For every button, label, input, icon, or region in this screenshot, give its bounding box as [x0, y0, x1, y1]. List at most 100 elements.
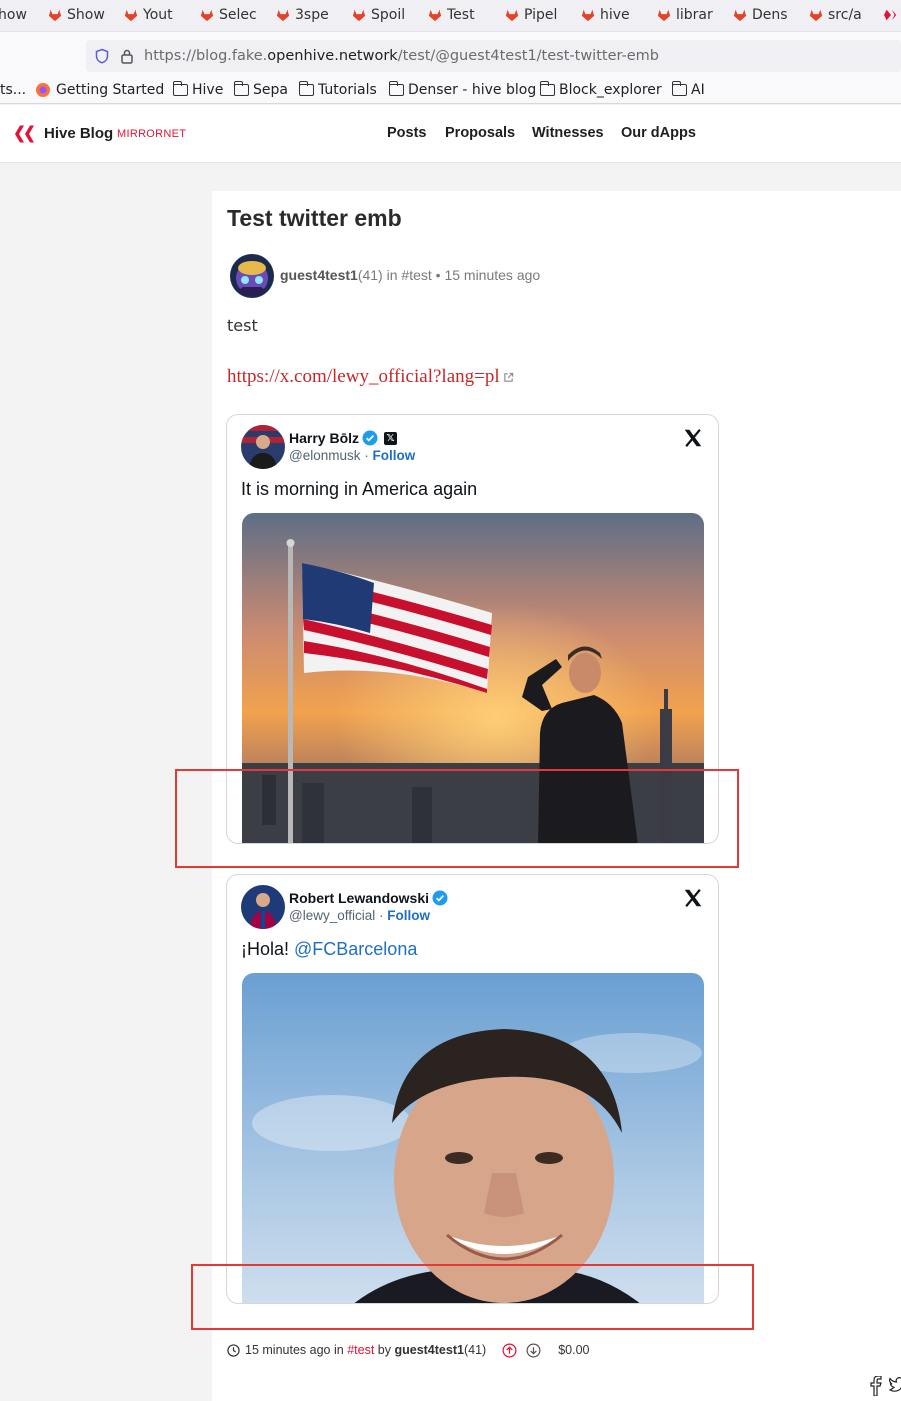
site-brand-sub: MIRRORNET	[117, 128, 187, 140]
browser-tab[interactable]: Test	[428, 0, 486, 30]
browser-tab[interactable]: how	[0, 0, 30, 30]
browser-tab[interactable]: Selec	[200, 0, 258, 30]
tweet-photo[interactable]	[242, 973, 704, 1303]
tweet-author-name[interactable]: Robert Lewandowski	[289, 890, 429, 906]
verified-badge-icon	[362, 430, 378, 446]
tweet-author-name[interactable]: Harry Bōlz	[289, 430, 359, 446]
address-bar[interactable]: https://blog.fake.openhive.network/test/…	[86, 40, 901, 72]
bookmark-folder-sepa[interactable]: Sepa	[233, 80, 288, 100]
tweet-author-name-row: Harry Bōlz 𝕏	[289, 430, 398, 446]
bookmark-folder-denser[interactable]: Denser - hive blog	[388, 80, 537, 100]
follow-button[interactable]: Follow	[372, 448, 415, 463]
browser-tab-strip: how Show Yout Selec 3spe Spoil Test Pipe…	[0, 0, 901, 32]
browser-tab[interactable]: Pipel	[505, 0, 563, 30]
tweet-handle[interactable]: @lewy_official	[289, 908, 375, 923]
post-time: • 15 minutes ago	[435, 267, 541, 283]
tweet-text: It is morning in America again	[241, 479, 478, 499]
footer-category-link[interactable]: #test	[347, 1343, 374, 1357]
facebook-icon[interactable]	[868, 1376, 884, 1396]
author-reputation: (41)	[357, 267, 383, 283]
tweet-author-avatar[interactable]	[241, 425, 285, 469]
external-link-icon	[503, 372, 513, 382]
browser-tab[interactable]	[884, 0, 901, 30]
bookmark-folder-ai[interactable]: AI	[671, 80, 705, 100]
browser-tab[interactable]: librar	[657, 0, 715, 30]
tweet-handle-row: @elonmusk · Follow	[289, 448, 416, 463]
bookmark-label: AI	[691, 82, 705, 98]
browser-tab[interactable]: hive	[581, 0, 639, 30]
tweet-mention-link[interactable]: @FCBarcelona	[294, 939, 417, 959]
folder-icon	[671, 81, 687, 96]
link-text: https://x.com/lewy_official?lang=pl	[227, 366, 500, 387]
nav-witnesses[interactable]: Witnesses	[532, 125, 604, 141]
x-logo-icon[interactable]	[682, 887, 704, 909]
gitlab-icon	[124, 9, 138, 22]
tweet-handle[interactable]: @elonmusk	[289, 448, 360, 463]
tweet-author-avatar[interactable]	[241, 885, 285, 929]
bookmark-folder-block-explorer[interactable]: Block_explorer	[539, 80, 662, 100]
bookmark-label: Denser - hive blog	[408, 82, 537, 98]
browser-tab[interactable]: Yout	[124, 0, 182, 30]
bookmark-label: Sepa	[253, 82, 288, 98]
tweet-author-name-row: Robert Lewandowski	[289, 890, 448, 906]
browser-tab[interactable]: src/a	[809, 0, 867, 30]
post-body-text: test	[227, 316, 258, 335]
payout-value[interactable]: $0.00	[558, 1343, 589, 1357]
gitlab-icon	[48, 9, 62, 22]
tab-title: Selec	[219, 7, 257, 23]
browser-tab[interactable]: Dens	[733, 0, 791, 30]
tracking-protection-shield-icon[interactable]	[94, 48, 110, 64]
gitlab-icon	[809, 9, 823, 22]
hive-logo-icon[interactable]	[14, 124, 38, 144]
gitlab-icon	[581, 9, 595, 22]
footer-author-link[interactable]: guest4test1	[394, 1343, 463, 1357]
bookmark-label: Hive	[192, 82, 224, 98]
upvote-icon[interactable]	[502, 1343, 517, 1358]
tweet-embed[interactable]: Robert Lewandowski @lewy_official · Foll…	[226, 874, 719, 1304]
browser-tab[interactable]: Show	[48, 0, 106, 30]
folder-icon	[298, 81, 314, 96]
nav-posts[interactable]: Posts	[387, 125, 427, 141]
gitlab-icon	[352, 9, 366, 22]
tab-title: 3spe	[295, 7, 329, 23]
gitlab-icon	[505, 9, 519, 22]
browser-tab[interactable]: Spoil	[352, 0, 410, 30]
bookmark-folder-hive[interactable]: Hive	[172, 80, 224, 100]
tab-title: Dens	[752, 7, 788, 23]
tab-title: Pipel	[524, 7, 558, 23]
lock-icon[interactable]	[120, 48, 134, 64]
bookmarks-overflow[interactable]: ts...	[0, 80, 26, 100]
twitter-icon[interactable]	[889, 1376, 901, 1396]
bookmark-label: Getting Started	[56, 82, 165, 98]
downvote-icon[interactable]	[526, 1343, 541, 1358]
category-link[interactable]: #test	[401, 267, 431, 283]
bookmark-getting-started[interactable]: Getting Started	[35, 80, 164, 100]
highlight-box	[191, 1264, 754, 1330]
in-label: in	[386, 267, 398, 283]
tab-title: Test	[447, 7, 475, 23]
gitlab-icon	[276, 9, 290, 22]
tweet-text: ¡Hola! @FCBarcelona	[241, 939, 418, 959]
tab-title: how	[0, 7, 27, 23]
author-link[interactable]: guest4test1	[280, 267, 358, 283]
bookmark-folder-tutorials[interactable]: Tutorials	[298, 80, 377, 100]
tweet-handle-row: @lewy_official · Follow	[289, 908, 430, 923]
bookmark-label: Tutorials	[318, 82, 377, 98]
x-logo-icon[interactable]	[682, 427, 704, 449]
post-external-link[interactable]: https://x.com/lewy_official?lang=pl	[227, 366, 514, 388]
gitlab-icon	[200, 9, 214, 22]
nav-our-dapps[interactable]: Our dApps	[621, 125, 696, 141]
tab-title: Yout	[143, 7, 173, 23]
tab-title: src/a	[828, 7, 862, 23]
bookmark-label: Block_explorer	[559, 82, 662, 98]
footer-by-label: by	[377, 1343, 391, 1357]
follow-button[interactable]: Follow	[387, 908, 430, 923]
browser-tab[interactable]: 3spe	[276, 0, 334, 30]
bookmark-label: ts...	[0, 82, 27, 98]
nav-proposals[interactable]: Proposals	[445, 125, 515, 141]
site-brand[interactable]: Hive Blog	[44, 125, 113, 142]
x-affiliation-icon: 𝕏	[384, 431, 398, 445]
clock-icon	[227, 1343, 240, 1357]
footer-time: 15 minutes ago	[245, 1343, 331, 1357]
author-avatar[interactable]	[230, 254, 274, 298]
